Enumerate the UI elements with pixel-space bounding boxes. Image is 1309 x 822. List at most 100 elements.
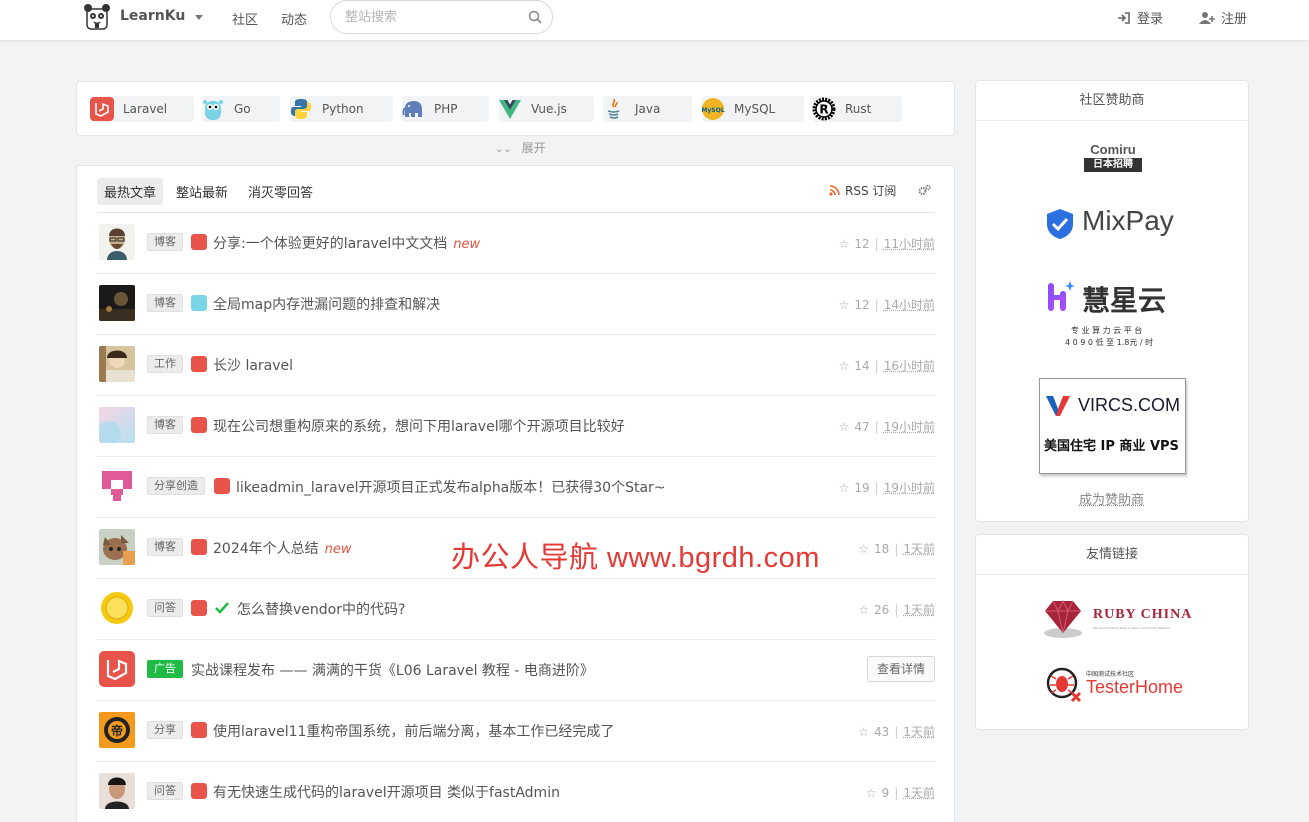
topic-python[interactable]: Python bbox=[290, 96, 393, 122]
laravel-icon bbox=[191, 417, 207, 433]
star-count: 14 bbox=[854, 358, 870, 373]
article-row[interactable]: 博客 全局map内存泄漏问题的排查和解决 ☆ 12 | 14小时前 bbox=[97, 274, 935, 335]
article-title[interactable]: 怎么替换vendor中的代码? bbox=[237, 599, 405, 619]
article-title[interactable]: likeadmin_laravel开源项目正式发布alpha版本！已获得30个S… bbox=[236, 477, 666, 497]
article-row[interactable]: 问答 怎么替换vendor中的代码? ☆ 26 | 1天前 bbox=[97, 579, 935, 640]
article-title[interactable]: 实战课程发布 —— 满满的干货《L06 Laravel 教程 - 电商进阶》 bbox=[191, 660, 594, 680]
post-time[interactable]: 1天前 bbox=[903, 723, 935, 740]
rubychina-tagline: We are the China Ruby & Rails community … bbox=[1093, 626, 1171, 630]
article-title[interactable]: 2024年个人总结 new bbox=[213, 538, 352, 558]
post-time[interactable]: 16小时前 bbox=[884, 357, 935, 374]
article-row[interactable]: 博客 分享:一个体验更好的laravel中文文档 new ☆ 12 | 11小时前 bbox=[97, 213, 935, 274]
post-time[interactable]: 19小时前 bbox=[884, 479, 935, 496]
sponsor-vircs[interactable]: VIRCS.COM 美国住宅 IP 商业 VPS bbox=[1039, 378, 1186, 474]
avatar[interactable] bbox=[99, 590, 135, 626]
topic-label: Go bbox=[234, 102, 251, 116]
new-badge: new bbox=[324, 542, 352, 557]
avatar[interactable] bbox=[99, 285, 135, 321]
article-row[interactable]: 博客 现在公司想重构原来的系统，想问下用laravel哪个开源项目比较好 ☆ 47… bbox=[97, 396, 935, 457]
avatar[interactable]: 帝 bbox=[99, 712, 135, 748]
topic-rust[interactable]: R Rust bbox=[812, 96, 902, 122]
avatar[interactable] bbox=[99, 224, 135, 260]
category-badge[interactable]: 分享 bbox=[147, 721, 183, 739]
rss-label: RSS 订阅 bbox=[845, 184, 897, 198]
topic-php[interactable]: PHP bbox=[402, 96, 489, 122]
post-time[interactable]: 19小时前 bbox=[884, 418, 935, 435]
category-badge[interactable]: 分享创造 bbox=[147, 477, 205, 495]
star-icon: ☆ bbox=[858, 724, 870, 739]
category-badge[interactable]: 博客 bbox=[147, 538, 183, 556]
friend-links-title: 友情链接 bbox=[976, 535, 1248, 575]
avatar[interactable] bbox=[99, 773, 135, 809]
article-title[interactable]: 分享:一个体验更好的laravel中文文档 new bbox=[213, 233, 480, 253]
article-row[interactable]: 工作 长沙 laravel ☆ 14 | 16小时前 bbox=[97, 335, 935, 396]
post-time[interactable]: 1天前 bbox=[903, 540, 935, 557]
vue-icon bbox=[497, 96, 523, 122]
rss-subscribe-link[interactable]: RSS 订阅 bbox=[829, 182, 896, 199]
expand-topics-button[interactable]: ⌄⌄ 展开 bbox=[495, 139, 546, 156]
topic-mysql[interactable]: MySQL MySQL bbox=[700, 96, 804, 122]
sponsor-mixpay[interactable]: MixPay bbox=[1046, 205, 1186, 241]
settings-gear-icon[interactable] bbox=[918, 184, 931, 196]
category-badge[interactable]: 博客 bbox=[147, 416, 183, 434]
article-title[interactable]: 长沙 laravel bbox=[213, 355, 293, 375]
login-link[interactable]: 登录 bbox=[1117, 8, 1163, 27]
svg-text:R: R bbox=[819, 103, 828, 117]
brand-dropdown-caret-icon[interactable] bbox=[195, 15, 203, 20]
avatar[interactable] bbox=[99, 346, 135, 382]
post-time[interactable]: 1天前 bbox=[903, 601, 935, 618]
star-count: 9 bbox=[881, 785, 890, 800]
avatar[interactable] bbox=[99, 407, 135, 443]
vircs-logo-icon bbox=[1046, 396, 1070, 416]
article-row[interactable]: 问答 有无快速生成代码的laravel开源项目 类似于fastAdmin ☆ 9 |… bbox=[97, 762, 935, 822]
topic-java[interactable]: Java bbox=[603, 96, 692, 122]
topic-laravel[interactable]: Laravel bbox=[90, 96, 194, 122]
nav-link-activity[interactable]: 动态 bbox=[281, 9, 307, 28]
laravel-logo-icon[interactable] bbox=[99, 651, 135, 687]
avatar[interactable] bbox=[99, 529, 135, 565]
sponsor-comiru[interactable]: Comiru 日本招聘 bbox=[1084, 142, 1142, 172]
mysql-icon: MySQL bbox=[700, 96, 726, 122]
topics-panel: Laravel Go Python PHP Vue.js Java MySQL … bbox=[76, 81, 955, 136]
post-time[interactable]: 1天前 bbox=[903, 784, 935, 801]
topic-go[interactable]: Go bbox=[202, 96, 280, 122]
article-row[interactable]: 分享创造 likeadmin_laravel开源项目正式发布alpha版本！已获… bbox=[97, 457, 935, 518]
brand-name[interactable]: LearnKu bbox=[120, 8, 185, 24]
article-title[interactable]: 现在公司想重构原来的系统，想问下用laravel哪个开源项目比较好 bbox=[213, 416, 625, 436]
gopher-icon bbox=[191, 295, 207, 311]
topic-label: MySQL bbox=[734, 102, 776, 116]
friend-link-testerhome[interactable]: 中国测试技术社区 TesterHome bbox=[1046, 665, 1186, 707]
learnku-logo-icon[interactable] bbox=[83, 3, 111, 31]
signup-link[interactable]: 注册 bbox=[1199, 8, 1247, 27]
view-details-button[interactable]: 查看详情 bbox=[866, 656, 935, 682]
category-badge[interactable]: 问答 bbox=[147, 599, 183, 617]
topic-vue[interactable]: Vue.js bbox=[499, 96, 594, 122]
category-badge[interactable]: 博客 bbox=[147, 233, 183, 251]
ad-row[interactable]: 广告 实战课程发布 —— 满满的干货《L06 Laravel 教程 - 电商进阶… bbox=[97, 640, 935, 701]
sponsor-huixingyun[interactable]: 慧星云 专 业 算 力 云 平 台 4 0 9 0 低 至 1.8元 / 时 bbox=[1046, 279, 1186, 349]
testerhome-name: TesterHome bbox=[1086, 677, 1184, 697]
article-title[interactable]: 有无快速生成代码的laravel开源项目 类似于fastAdmin bbox=[213, 782, 560, 802]
category-badge[interactable]: 问答 bbox=[147, 782, 183, 800]
avatar[interactable] bbox=[99, 468, 135, 504]
article-row[interactable]: 帝 分享 使用laravel11重构帝国系统，前后端分离，基本工作已经完成了 ☆… bbox=[97, 701, 935, 762]
user-plus-icon bbox=[1199, 11, 1215, 24]
nav-link-community[interactable]: 社区 bbox=[232, 9, 258, 28]
post-time[interactable]: 14小时前 bbox=[884, 296, 935, 313]
article-title[interactable]: 全局map内存泄漏问题的排查和解决 bbox=[213, 294, 440, 314]
post-time[interactable]: 11小时前 bbox=[884, 235, 935, 252]
tab-zero-answers[interactable]: 消灭零回答 bbox=[241, 178, 320, 205]
search-icon[interactable] bbox=[528, 10, 542, 24]
tab-latest[interactable]: 整站最新 bbox=[169, 178, 235, 205]
article-title[interactable]: 使用laravel11重构帝国系统，前后端分离，基本工作已经完成了 bbox=[213, 721, 614, 741]
article-meta: ☆ 14 | 16小时前 bbox=[838, 357, 935, 374]
huixingyun-price: 4 0 9 0 低 至 1.8元 / 时 bbox=[1065, 338, 1154, 347]
category-badge[interactable]: 博客 bbox=[147, 294, 183, 312]
laravel-icon bbox=[191, 234, 207, 250]
become-sponsor-link[interactable]: 成为赞助商 bbox=[1079, 489, 1144, 508]
tab-hot-articles[interactable]: 最热文章 bbox=[97, 178, 164, 205]
friend-link-rubychina[interactable]: RUBY CHINA We are the China Ruby & Rails… bbox=[1043, 595, 1191, 641]
laravel-icon bbox=[191, 722, 207, 738]
category-badge[interactable]: 工作 bbox=[147, 355, 183, 373]
search-input[interactable] bbox=[345, 7, 515, 27]
